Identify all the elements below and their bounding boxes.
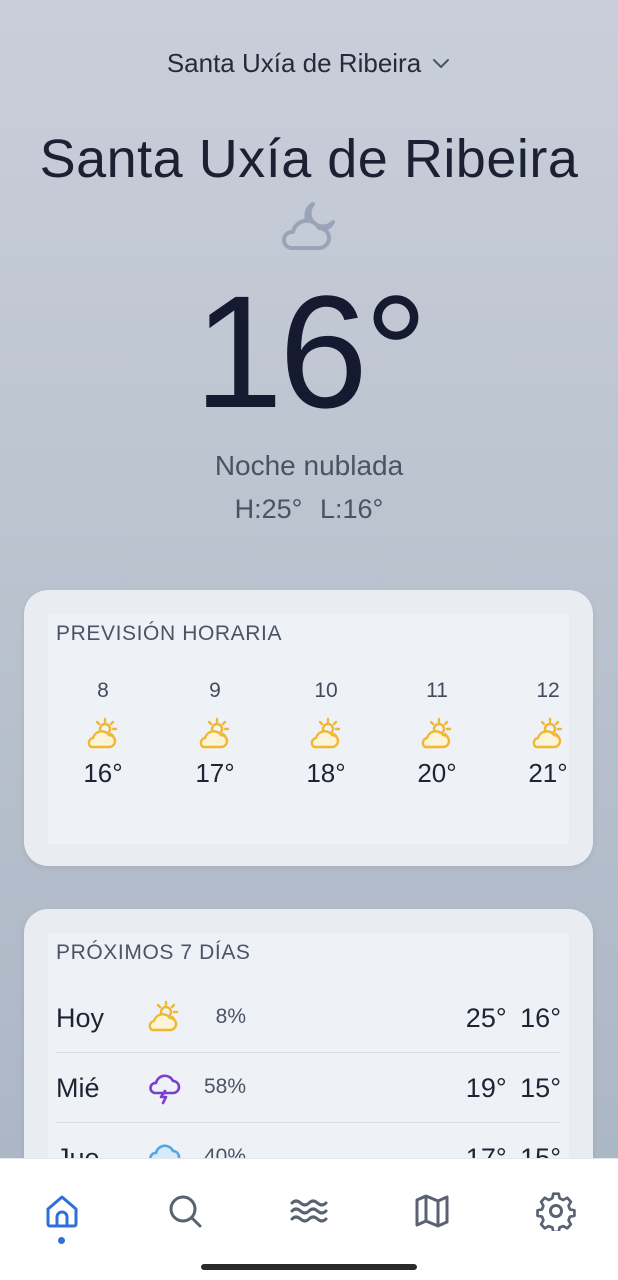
day-row[interactable]: Mié 58% 19° 15° — [56, 1053, 561, 1123]
hourly-forecast-title: PREVISIÓN HORARIA — [56, 622, 283, 645]
low-temp: L:16° — [320, 494, 384, 524]
partly-sunny-icon — [199, 717, 230, 749]
map-icon — [415, 1194, 449, 1228]
hour-item: 8 16° — [63, 676, 143, 789]
daily-forecast-title: PRÓXIMOS 7 DÍAS — [56, 941, 251, 964]
day-temps: 25° 16° — [466, 1003, 561, 1034]
day-high: 19° — [465, 1073, 507, 1103]
nav-search[interactable] — [165, 1191, 205, 1231]
day-low: 15° — [520, 1073, 561, 1103]
active-indicator — [58, 1237, 65, 1244]
hourly-forecast-scroller[interactable]: PREVISIÓN HORARIA 8 16° 9 17° 10 18° 11 … — [48, 614, 569, 844]
location-selector[interactable]: Santa Uxía de Ribeira — [0, 48, 618, 79]
hour-temp: 18° — [306, 758, 346, 788]
daily-forecast-list[interactable]: PRÓXIMOS 7 DÍAS Hoy 8% 25° 16° Mié 58% 1… — [48, 933, 569, 1187]
nav-settings[interactable] — [536, 1191, 576, 1234]
hour-item: 9 17° — [175, 676, 255, 789]
hour-item: 12 21° — [508, 676, 569, 789]
partly-sunny-icon — [310, 717, 341, 749]
waves-icon — [290, 1199, 328, 1223]
hour-label: 12 — [536, 679, 560, 702]
nav-home[interactable] — [42, 1191, 82, 1231]
hour-label: 9 — [209, 679, 221, 702]
home-gesture-bar[interactable] — [201, 1264, 417, 1270]
hour-label: 10 — [314, 679, 338, 702]
hourly-forecast-card: PREVISIÓN HORARIA 8 16° 9 17° 10 18° 11 … — [24, 590, 593, 866]
search-icon — [169, 1195, 202, 1228]
day-temps: 19° 15° — [466, 1073, 561, 1104]
thunderstorm-icon — [149, 1074, 181, 1105]
condition-text: Noche nublada — [214, 450, 404, 481]
day-low: 16° — [520, 1003, 561, 1033]
hour-item: 11 20° — [397, 676, 477, 789]
settings-gear-icon — [536, 1192, 576, 1234]
partly-sunny-icon — [532, 717, 563, 749]
partly-sunny-icon — [87, 717, 118, 749]
hour-temp: 17° — [195, 758, 235, 788]
day-name: Mié — [56, 1073, 100, 1103]
high-low: H:25° L:16° — [0, 494, 618, 525]
day-high: 25° — [465, 1003, 507, 1033]
location-selector-label: Santa Uxía de Ribeira — [166, 48, 422, 78]
hour-label: 8 — [97, 679, 109, 702]
precip-probability: 58% — [203, 1075, 246, 1098]
home-icon — [46, 1195, 78, 1228]
day-name: Hoy — [56, 1003, 105, 1033]
hour-item: 10 18° — [286, 676, 366, 789]
partly-sunny-icon — [421, 717, 452, 749]
partly-sunny-icon — [148, 1000, 179, 1032]
hour-temp: 21° — [528, 758, 568, 788]
cloud-moon-icon — [281, 202, 335, 250]
high-temp: H:25° — [234, 494, 303, 524]
city-title: Santa Uxía de Ribeira — [39, 129, 579, 189]
hour-label: 11 — [426, 679, 448, 702]
bottom-navigation — [0, 1158, 618, 1280]
day-row[interactable]: Hoy 8% 25° 16° — [56, 983, 561, 1053]
current-temperature: 16° — [194, 262, 428, 441]
hour-temp: 20° — [417, 758, 457, 788]
hour-temp: 16° — [83, 758, 123, 788]
nav-map[interactable] — [412, 1191, 452, 1231]
chevron-down-icon — [433, 58, 450, 68]
precip-probability: 8% — [215, 1005, 246, 1028]
nav-waves[interactable] — [289, 1191, 329, 1231]
